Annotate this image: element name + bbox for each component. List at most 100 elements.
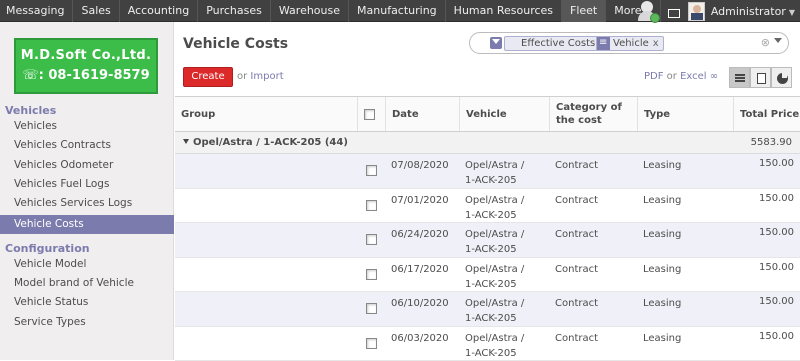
menu-accounting[interactable]: Accounting [120,0,198,22]
search-bar[interactable]: Effective Costsx Vehicle x ⊗ [469,32,789,54]
sidebar-item-vehicles-contracts[interactable]: Vehicles Contracts [0,136,174,155]
list-icon [735,74,745,76]
excel-link[interactable]: Excel [680,71,707,82]
avatar[interactable] [688,2,705,21]
table-row[interactable]: 06/03/2020 Opel/Astra /1-ACK-205 Contrac… [175,327,800,361]
cell-vehicle-l2: 1-ACK-205 [465,279,517,290]
company-phone: 08-1619-8579 [48,68,149,83]
sidebar-item-vehicles-services-logs[interactable]: Vehicles Services Logs [0,194,174,213]
cell-vehicle-l1: Opel/Astra / [465,195,524,206]
import-link[interactable]: Import [250,71,283,82]
section-configuration: Configuration [5,242,90,255]
pdf-link[interactable]: PDF [644,71,663,82]
cell-vehicle: Opel/Astra / 1-ACK-205 [465,262,524,292]
cell-vehicle: Opel/Astra /1-ACK-205 [465,296,524,326]
sidebar-item-vehicle-costs[interactable]: Vehicle Costs [0,215,174,234]
cell-vehicle-l1: Opel/Astra / [465,264,524,275]
row-checkbox[interactable] [366,200,377,211]
cell-type: Leasing [643,331,681,346]
column-total-price[interactable]: Total Price [733,97,800,131]
row-checkbox[interactable] [366,338,377,349]
company-name: M.D.Soft Co.,Ltd. [16,48,156,63]
cell-vehicle-l2: 1-ACK-205 [465,175,517,186]
cell-vehicle-l1: Opel/Astra / [465,160,524,171]
form-icon [757,73,766,84]
cell-date: 07/08/2020 [391,158,449,173]
sidebar-item-model-brand[interactable]: Model brand of Vehicle [0,274,174,293]
row-checkbox[interactable] [366,234,377,245]
table-row[interactable]: 06/24/2020 Opel/Astra /1-ACK-205 Contrac… [175,223,800,258]
cell-vehicle-l1: Opel/Astra / [465,229,524,240]
cell-vehicle: Opel/Astra / 1-ACK-205 [465,158,524,188]
menu-manufacturing[interactable]: Manufacturing [349,0,446,22]
group-row[interactable]: Opel/Astra / 1-ACK-205 (44) 5583.90 [175,132,800,154]
table-body: 07/08/2020 Opel/Astra / 1-ACK-205 Contrac… [175,154,800,361]
user-status-icon[interactable] [638,1,656,21]
sidebar-item-vehicles-fuel-logs[interactable]: Vehicles Fuel Logs [0,175,174,194]
cell-category: Contract [555,158,598,173]
sidebar-item-service-types[interactable]: Service Types [0,313,174,332]
group-by-icon [597,37,610,50]
mail-icon[interactable] [668,9,680,18]
excel-settings-icon[interactable]: ∞ [710,71,718,82]
cell-type: Leasing [643,296,681,311]
cell-date: 06/10/2020 [391,296,449,311]
menu-purchases[interactable]: Purchases [198,0,271,22]
form-view-button[interactable] [750,67,771,88]
menu-human-resources[interactable]: Human Resources [446,0,562,22]
menu-fleet[interactable]: Fleet [562,0,606,22]
menu-warehouse[interactable]: Warehouse [271,0,349,22]
cell-price: 150.00 [759,193,794,204]
column-type[interactable]: Type [637,97,733,131]
clear-search-icon[interactable]: ⊗ [761,36,770,49]
menu-messaging[interactable]: Messaging [0,0,73,22]
filter-icon [490,37,502,49]
menu-sales[interactable]: Sales [73,0,119,22]
row-checkbox[interactable] [366,269,377,280]
cell-vehicle-l2: 1-ACK-205 [465,210,517,221]
sidebar-item-vehicles[interactable]: Vehicles [0,117,174,136]
table-row[interactable]: 06/10/2020 Opel/Astra /1-ACK-205 Contrac… [175,292,800,327]
company-logo[interactable]: M.D.Soft Co.,Ltd. ☏: 08-1619-8579 [14,38,158,94]
facet-groupby-label: Vehicle [613,38,649,49]
view-switcher [729,67,792,88]
group-label-wrap: Opel/Astra / 1-ACK-205 (44) [183,137,348,148]
user-menu[interactable]: Administrator▼ [711,5,795,18]
main-content: Vehicle Costs Effective Costsx Vehicle x … [175,22,800,360]
cell-vehicle-l1: Opel/Astra / [465,298,524,309]
search-facet-groupby[interactable]: Vehicle x [596,36,664,51]
cell-vehicle-l2: 1-ACK-205 [465,244,517,255]
column-category[interactable]: Category of the cost [549,97,637,131]
row-checkbox[interactable] [366,303,377,314]
cell-vehicle-l2: 1-ACK-205 [465,348,517,359]
import-link-line: or Import [237,71,284,82]
list-view-button[interactable] [729,67,750,88]
table-row[interactable]: 06/17/2020 Opel/Astra /1-ACK-205 Contrac… [175,258,800,293]
close-icon[interactable]: x [653,38,659,49]
sidebar-item-vehicle-status[interactable]: Vehicle Status [0,293,174,312]
column-date[interactable]: Date [385,97,459,131]
top-menu-bar: Messaging Sales Accounting Purchases War… [0,0,800,22]
search-options-icon[interactable] [774,38,782,43]
search-facet-filter[interactable]: Effective Costsx [504,36,610,51]
graph-view-button[interactable] [771,67,792,88]
cell-price: 150.00 [759,262,794,273]
cell-category: Contract [555,227,598,242]
company-phone-line: ☏: 08-1619-8579 [16,68,156,83]
page-title: Vehicle Costs [183,36,288,52]
sidebar-item-vehicles-odometer[interactable]: Vehicles Odometer [0,156,174,175]
export-links: PDF or Excel ∞ [644,71,718,82]
select-all-checkbox[interactable] [364,109,375,120]
user-name: Administrator [711,5,786,18]
create-button[interactable]: Create [183,67,233,87]
cell-price: 150.00 [759,331,794,342]
chevron-down-icon: ▼ [789,8,795,17]
column-group[interactable]: Group [175,97,357,131]
table-row[interactable]: 07/01/2020 Opel/Astra /1-ACK-205 Contrac… [175,189,800,224]
column-vehicle[interactable]: Vehicle [459,97,549,131]
sidebar-item-vehicle-model[interactable]: Vehicle Model [0,255,174,274]
group-total: 5583.90 [751,137,792,148]
pie-chart-icon [777,73,788,84]
table-row[interactable]: 07/08/2020 Opel/Astra / 1-ACK-205 Contrac… [175,154,800,189]
row-checkbox[interactable] [366,165,377,176]
